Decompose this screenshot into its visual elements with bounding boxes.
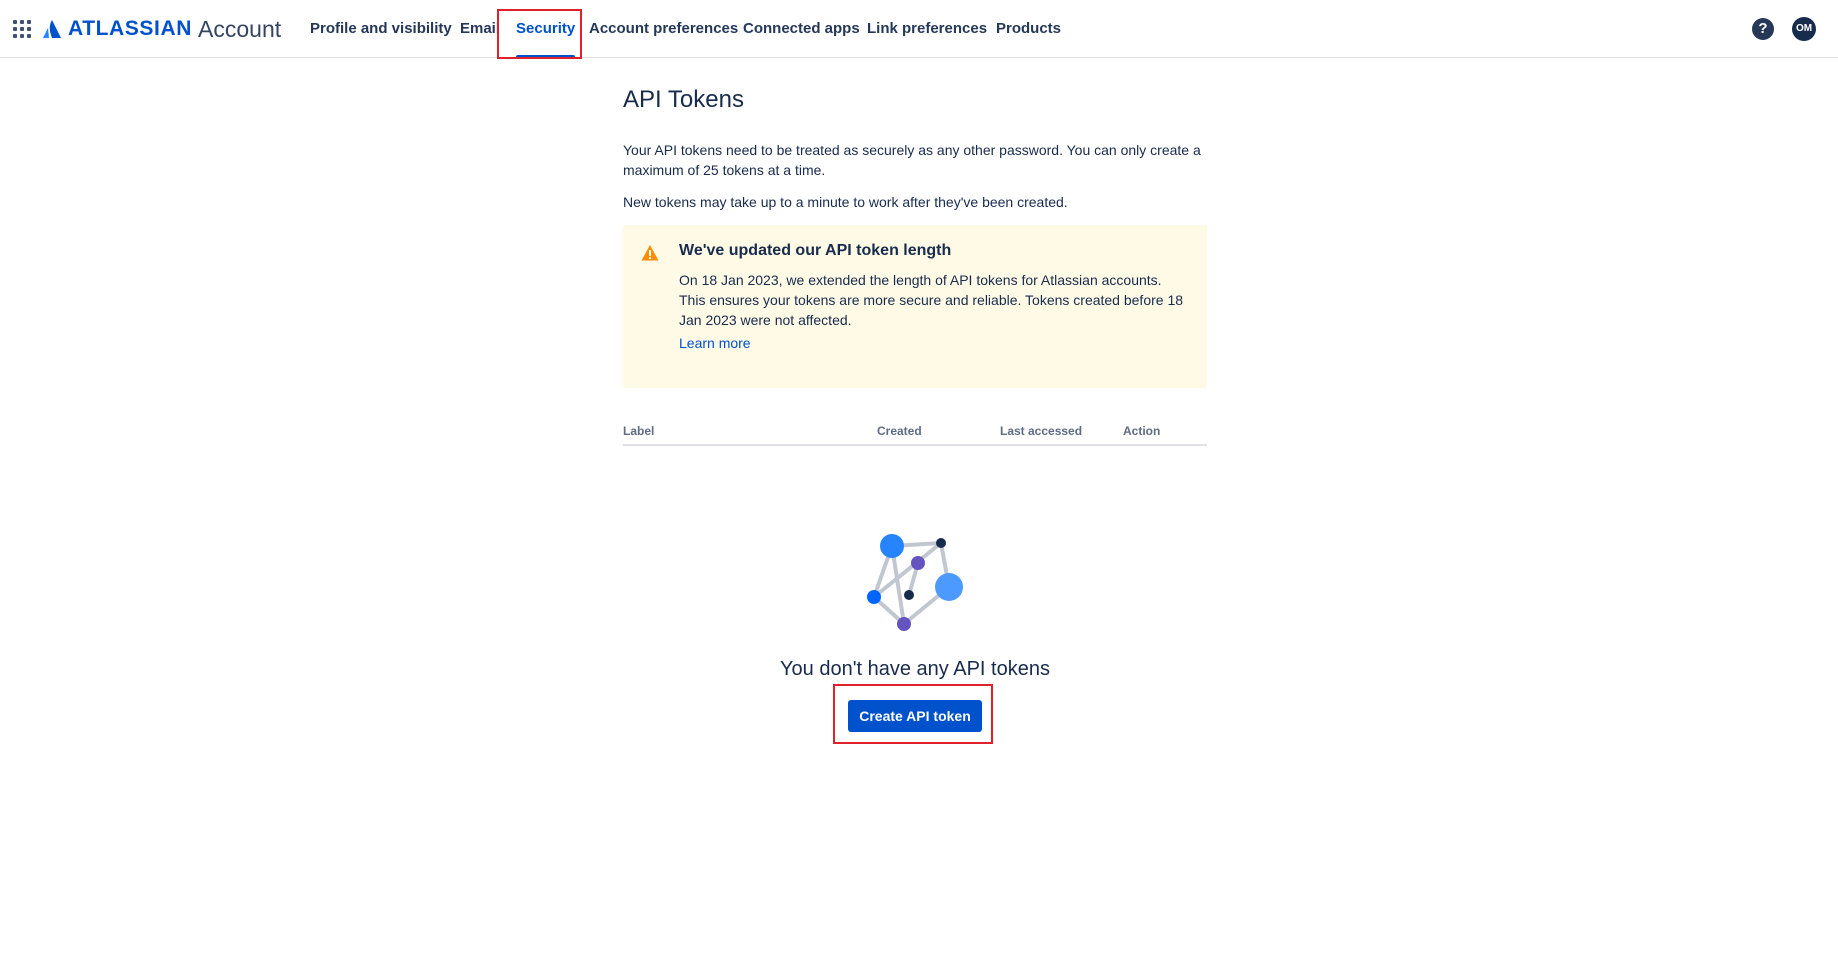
column-header-last-accessed: Last accessed xyxy=(1000,424,1083,438)
top-navigation-bar: ATLASSIAN Account Profile and visibility… xyxy=(0,0,1838,59)
warning-banner: We've updated our API token length On 18… xyxy=(623,225,1207,388)
tab-connected-apps[interactable]: Connected apps xyxy=(743,0,860,58)
intro-text: Your API tokens need to be treated as se… xyxy=(623,142,1201,178)
column-header-created: Created xyxy=(877,424,922,438)
brand-name: ATLASSIAN xyxy=(68,17,193,40)
app-switcher-grid-icon[interactable] xyxy=(13,20,31,38)
tab-products[interactable]: Products xyxy=(996,0,1061,58)
learn-more-link[interactable]: Learn more xyxy=(679,335,751,351)
product-name: Account xyxy=(198,15,282,42)
tab-account-preferences[interactable]: Account preferences xyxy=(589,0,738,58)
warning-body: On 18 Jan 2023, we extended the length o… xyxy=(679,272,1184,328)
tab-email[interactable]: Email xyxy=(460,0,500,58)
avatar[interactable]: OM xyxy=(1792,17,1816,41)
tab-link-preferences[interactable]: Link preferences xyxy=(867,0,987,58)
tokens-table-header: Label Created Last accessed Action xyxy=(623,424,1207,446)
empty-state-title: You don't have any API tokens xyxy=(780,658,1050,680)
tab-security[interactable]: Security xyxy=(516,0,576,58)
tab-profile-and-visibility[interactable]: Profile and visibility xyxy=(310,0,452,58)
note-text: New tokens may take up to a minute to wo… xyxy=(623,194,1068,210)
atlassian-logo-icon xyxy=(43,20,61,38)
atlassian-account-logo[interactable]: ATLASSIAN Account xyxy=(42,15,281,43)
page-title: API Tokens xyxy=(623,86,744,113)
network-illustration-icon xyxy=(867,534,963,631)
help-icon[interactable]: ? xyxy=(1752,18,1774,40)
column-header-label: Label xyxy=(623,424,655,438)
create-api-token-button[interactable]: Create API token xyxy=(848,700,982,732)
warning-title: We've updated our API token length xyxy=(679,242,952,259)
column-header-action: Action xyxy=(1123,424,1161,438)
warning-icon xyxy=(641,245,659,261)
